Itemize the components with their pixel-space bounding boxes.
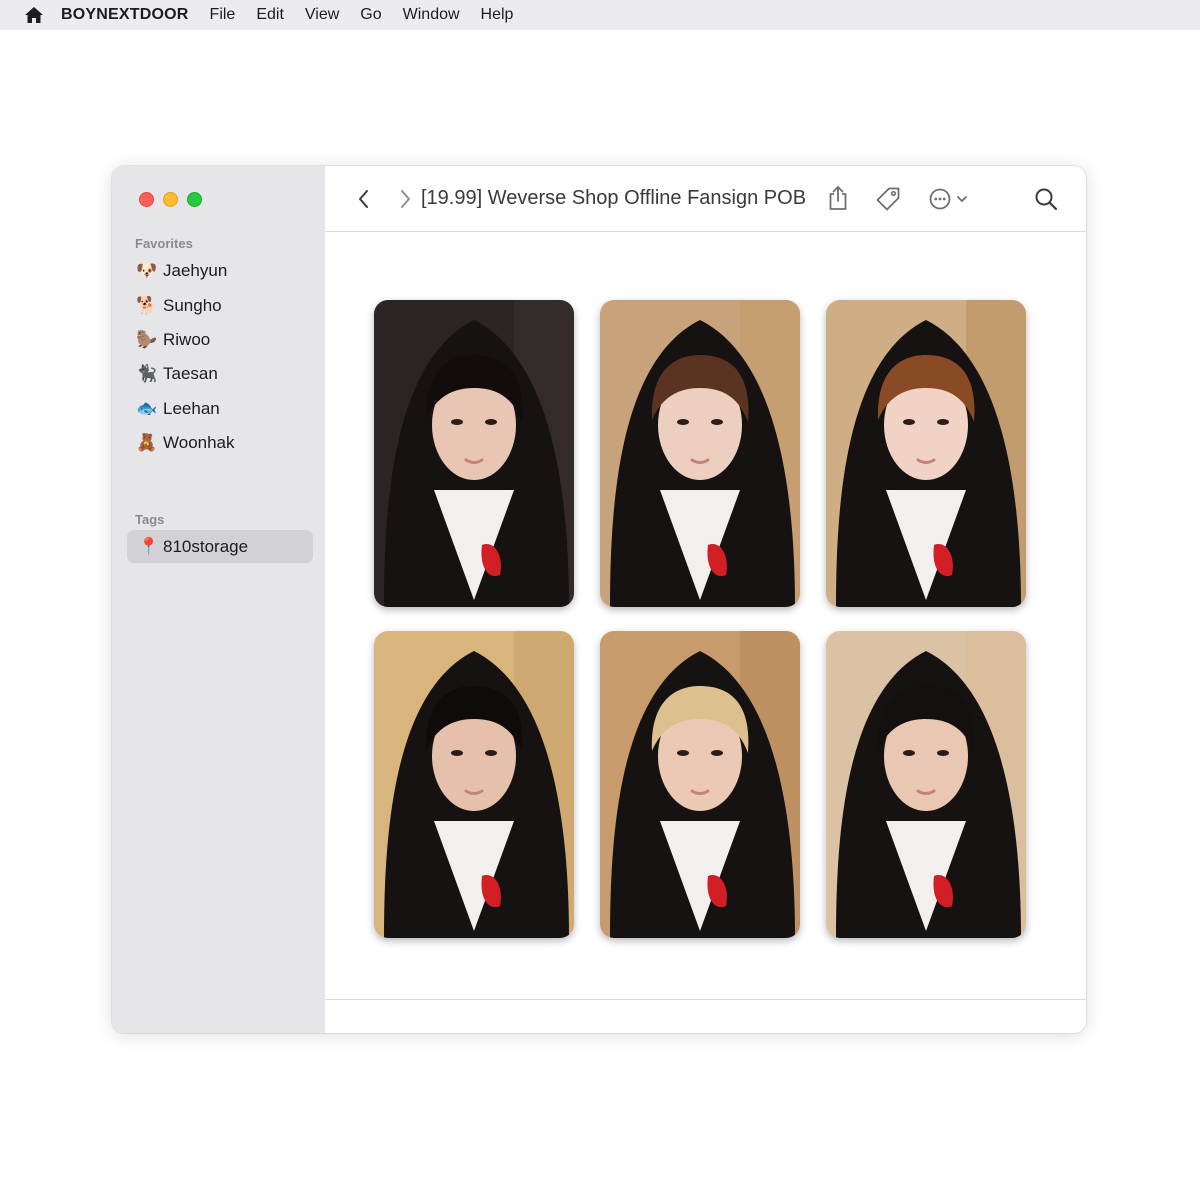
portrait-photo-image	[374, 300, 574, 607]
menu-help[interactable]: Help	[481, 6, 514, 24]
search-button[interactable]	[1031, 184, 1061, 214]
tag-button[interactable]	[873, 184, 903, 214]
beaver-icon: 🦫	[136, 329, 158, 349]
favorites-list: 🐶 Jaehyun 🐕 Sungho 🦫 Riwoo 🐈‍⬛ Taesan 🐟 …	[136, 254, 316, 460]
fish-icon: 🐟	[136, 398, 158, 418]
share-icon	[829, 186, 847, 210]
close-button[interactable]	[139, 192, 154, 207]
teddy-bear-icon: 🧸	[136, 433, 158, 453]
sidebar-item-label: Woonhak	[163, 433, 235, 453]
sidebar-item-label: Leehan	[163, 398, 220, 418]
share-button[interactable]	[827, 184, 849, 212]
portrait-photo-image	[826, 300, 1026, 607]
black-cat-icon: 🐈‍⬛	[136, 364, 158, 384]
photo-card[interactable]	[374, 300, 574, 607]
menu-view[interactable]: View	[305, 6, 339, 24]
finder-window: Favorites 🐶 Jaehyun 🐕 Sungho 🦫 Riwoo 🐈‍⬛…	[112, 166, 1086, 1033]
sidebar-item-sungho[interactable]: 🐕 Sungho	[136, 288, 316, 322]
favorites-heading: Favorites	[135, 236, 193, 251]
photo-card[interactable]	[826, 631, 1026, 938]
menu-file[interactable]: File	[210, 6, 236, 24]
tags-heading: Tags	[135, 512, 165, 527]
photo-card[interactable]	[826, 300, 1026, 607]
sidebar-item-woonhak[interactable]: 🧸 Woonhak	[136, 426, 316, 460]
search-icon	[1035, 188, 1058, 211]
pin-icon: 📍	[138, 536, 160, 556]
sidebar-item-label: Jaehyun	[163, 261, 228, 281]
photo-card[interactable]	[600, 300, 800, 607]
portrait-photo-image	[374, 631, 574, 938]
forward-button[interactable]	[393, 187, 417, 211]
more-actions-button[interactable]	[927, 184, 973, 214]
minimize-button[interactable]	[163, 192, 178, 207]
sidebar-item-label: Riwoo	[163, 329, 211, 349]
sidebar-item-taesan[interactable]: 🐈‍⬛ Taesan	[136, 357, 316, 391]
chevron-right-icon	[401, 190, 410, 208]
ellipsis-circle-icon	[929, 188, 967, 210]
menu-window[interactable]: Window	[403, 6, 460, 24]
sidebar-tag-label: 810storage	[163, 536, 249, 556]
sidebar-item-jaehyun[interactable]: 🐶 Jaehyun	[136, 254, 316, 288]
photo-card[interactable]	[600, 631, 800, 938]
window-controls	[139, 192, 202, 207]
menu-bar: BOYNEXTDOOR File Edit View Go Window Hel…	[0, 0, 1200, 30]
house-icon[interactable]	[24, 5, 44, 25]
status-bar-divider	[325, 999, 1086, 1000]
photo-card[interactable]	[374, 631, 574, 938]
sidebar-item-label: Sungho	[163, 295, 222, 315]
chevron-left-icon	[359, 190, 368, 208]
sidebar-tag-810storage[interactable]: 📍 810storage	[127, 530, 313, 563]
sidebar: Favorites 🐶 Jaehyun 🐕 Sungho 🦫 Riwoo 🐈‍⬛…	[112, 166, 325, 1033]
sidebar-item-leehan[interactable]: 🐟 Leehan	[136, 392, 316, 426]
sidebar-item-riwoo[interactable]: 🦫 Riwoo	[136, 323, 316, 357]
toolbar: [19.99] Weverse Shop Offline Fansign POB	[325, 166, 1086, 232]
folder-title: [19.99] Weverse Shop Offline Fansign POB	[421, 187, 807, 209]
menu-go[interactable]: Go	[360, 6, 381, 24]
tag-icon	[876, 187, 900, 211]
portrait-photo-image	[826, 631, 1026, 938]
photo-grid	[374, 300, 1026, 938]
zoom-button[interactable]	[187, 192, 202, 207]
sidebar-item-label: Taesan	[163, 364, 218, 384]
portrait-photo-image	[600, 631, 800, 938]
dog-icon: 🐕	[136, 295, 158, 315]
menu-edit[interactable]: Edit	[256, 6, 284, 24]
back-button[interactable]	[351, 187, 375, 211]
portrait-photo-image	[600, 300, 800, 607]
app-name-menu[interactable]: BOYNEXTDOOR	[61, 6, 189, 24]
dog-face-icon: 🐶	[136, 261, 158, 281]
main-pane: [19.99] Weverse Shop Offline Fansign POB	[325, 166, 1086, 1033]
